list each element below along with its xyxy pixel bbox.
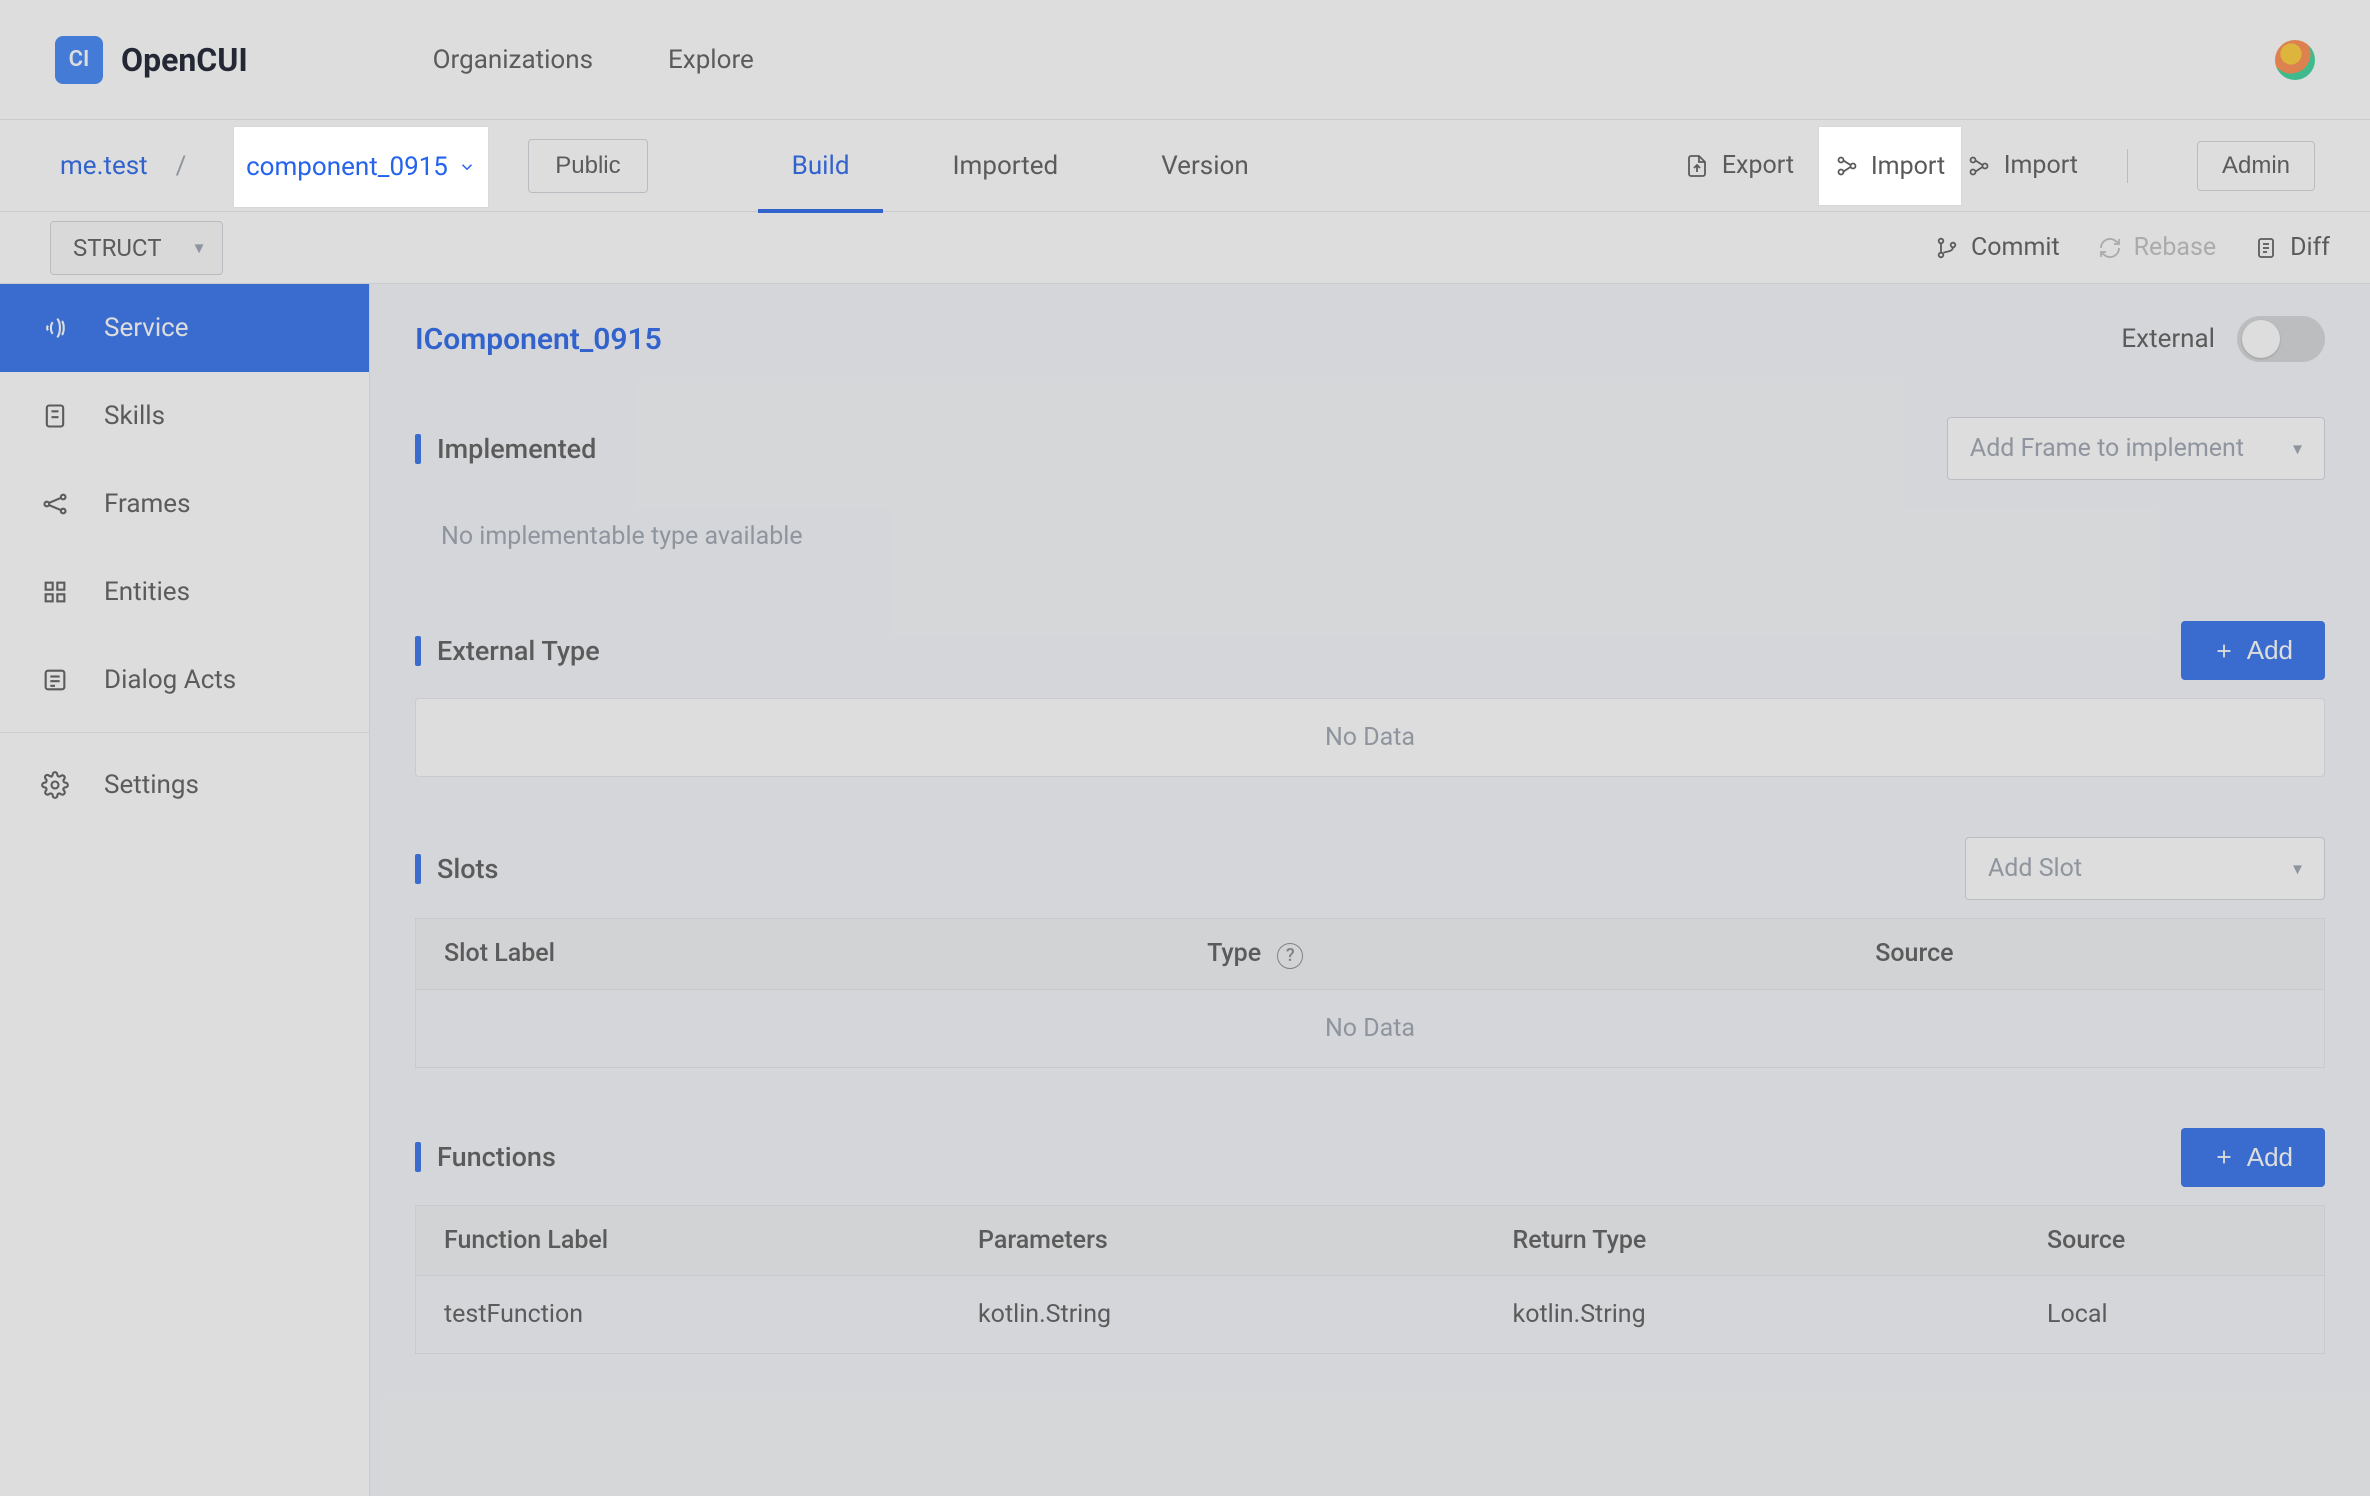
import-label: Import	[2004, 151, 2078, 180]
add-label: Add	[2247, 635, 2293, 666]
section-functions: Functions Add Function Label Parameters …	[415, 1128, 2325, 1354]
service-icon	[40, 313, 70, 343]
section-external-type: External Type Add No Data	[415, 621, 2325, 777]
slots-col-label: Slot Label	[416, 919, 1180, 990]
refresh-icon	[2098, 236, 2122, 260]
section-implemented: Implemented Add Frame to implement No im…	[415, 417, 2325, 561]
sidebar-item-entities[interactable]: Entities	[0, 548, 369, 636]
fn-ret: kotlin.String	[1485, 1275, 2020, 1353]
slots-col-source: Source	[1847, 919, 2324, 990]
clone-label: Clone	[1867, 151, 1931, 180]
chevron-down-icon	[448, 157, 466, 175]
separator	[2127, 149, 2128, 183]
sidebar-item-dialog-acts[interactable]: Dialog Acts	[0, 636, 369, 724]
fn-source: Local	[2019, 1275, 2324, 1353]
slots-no-data: No Data	[416, 989, 2325, 1067]
add-label: Add	[2247, 1142, 2293, 1173]
diff-button[interactable]: Diff	[2254, 233, 2330, 262]
external-label: External	[2121, 324, 2215, 354]
dialog-acts-icon	[40, 665, 70, 695]
help-icon[interactable]: ?	[1277, 943, 1303, 969]
tab-imported[interactable]: Imported	[948, 121, 1062, 211]
export-icon	[1684, 153, 1710, 179]
add-slot-select[interactable]: Add Slot	[1965, 837, 2325, 900]
add-frame-select[interactable]: Add Frame to implement	[1947, 417, 2325, 480]
plus-icon	[2213, 640, 2235, 662]
functions-col-params: Parameters	[950, 1205, 1485, 1275]
breadcrumb-sep: /	[176, 151, 187, 181]
admin-button[interactable]: Admin	[2197, 141, 2315, 191]
add-slot-placeholder: Add Slot	[1988, 854, 2082, 883]
import-icon	[1966, 153, 1992, 179]
implemented-empty-msg: No implementable type available	[415, 498, 2325, 561]
breadcrumb-project-label: component_0915	[236, 151, 438, 181]
external-type-title: External Type	[437, 635, 600, 667]
commit-label: Commit	[1971, 233, 2060, 262]
functions-table: Function Label Parameters Return Type So…	[415, 1205, 2325, 1354]
sidebar-item-label: Skills	[104, 401, 165, 431]
sidebar-item-settings[interactable]: Settings	[0, 741, 369, 829]
page-title: IComponent_0915	[415, 322, 662, 357]
tab-version[interactable]: Version	[1157, 121, 1253, 211]
sidebar-item-skills[interactable]: Skills	[0, 372, 369, 460]
gear-icon	[40, 770, 70, 800]
diff-label: Diff	[2290, 233, 2330, 262]
rebase-button[interactable]: Rebase	[2098, 233, 2216, 262]
sidebar-separator	[0, 732, 369, 733]
clone-icon	[1829, 153, 1855, 179]
breadcrumb-project[interactable]: component_0915	[214, 141, 488, 191]
sidebar-item-label: Settings	[104, 770, 199, 800]
logo-letters: CI	[69, 47, 90, 72]
sidebar-item-label: Entities	[104, 577, 190, 607]
visibility-button[interactable]: Public	[528, 139, 647, 193]
frames-icon	[40, 489, 70, 519]
slots-title: Slots	[437, 853, 498, 885]
commit-button[interactable]: Commit	[1935, 233, 2060, 262]
sidebar-item-service[interactable]: Service	[0, 284, 369, 372]
branch-icon	[1935, 236, 1959, 260]
app-logo[interactable]: CI	[55, 36, 103, 84]
import-button[interactable]: Import	[1966, 151, 2078, 180]
rebase-label: Rebase	[2134, 233, 2216, 262]
section-slots: Slots Add Slot Slot Label Type ? Source	[415, 837, 2325, 1068]
diff-icon	[2254, 236, 2278, 260]
sidebar-item-label: Dialog Acts	[104, 665, 236, 695]
implemented-title: Implemented	[437, 433, 596, 465]
struct-select-label: STRUCT	[73, 234, 162, 262]
avatar[interactable]	[2275, 40, 2315, 80]
functions-col-source: Source	[2019, 1205, 2324, 1275]
slots-table: Slot Label Type ? Source No Data	[415, 918, 2325, 1068]
sidebar-item-label: Service	[104, 313, 189, 343]
tab-build[interactable]: Build	[788, 121, 854, 211]
entities-icon	[40, 577, 70, 607]
clone-button[interactable]: Clone	[1829, 151, 1931, 180]
functions-title: Functions	[437, 1141, 556, 1173]
sidebar-item-label: Frames	[104, 489, 191, 519]
plus-icon	[2213, 1146, 2235, 1168]
functions-col-label: Function Label	[416, 1205, 951, 1275]
table-row[interactable]: testFunction kotlin.String kotlin.String…	[416, 1275, 2325, 1353]
external-type-no-data: No Data	[415, 698, 2325, 777]
breadcrumb-org[interactable]: me.test	[60, 151, 148, 181]
struct-select[interactable]: STRUCT	[50, 221, 223, 275]
export-label: Export	[1722, 151, 1794, 180]
slots-col-type: Type ?	[1179, 919, 1847, 990]
nav-organizations[interactable]: Organizations	[433, 45, 593, 75]
add-frame-placeholder: Add Frame to implement	[1970, 434, 2244, 463]
fn-label: testFunction	[416, 1275, 951, 1353]
functions-col-ret: Return Type	[1485, 1205, 2020, 1275]
functions-add-button[interactable]: Add	[2181, 1128, 2325, 1187]
external-toggle[interactable]	[2237, 316, 2325, 362]
external-type-add-button[interactable]: Add	[2181, 621, 2325, 680]
fn-params: kotlin.String	[950, 1275, 1485, 1353]
nav-explore[interactable]: Explore	[668, 45, 754, 75]
app-name: OpenCUI	[121, 41, 248, 79]
sidebar-item-frames[interactable]: Frames	[0, 460, 369, 548]
export-button[interactable]: Export	[1684, 151, 1794, 180]
skills-icon	[40, 401, 70, 431]
